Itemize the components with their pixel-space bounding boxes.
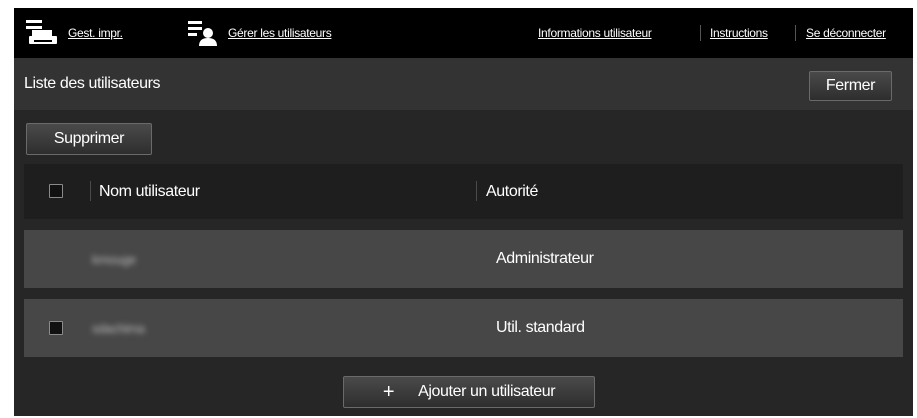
select-all-checkbox[interactable] (49, 184, 63, 198)
manage-users-link[interactable]: Gérer les utilisateurs (228, 8, 332, 58)
add-user-label: Ajouter un utilisateur (418, 383, 556, 400)
delete-button[interactable]: Supprimer (26, 123, 152, 155)
column-header-authority[interactable]: Autorité (486, 164, 538, 219)
column-divider (476, 181, 477, 201)
user-list-panel: Supprimer Nom utilisateur Autorité kmoug… (14, 110, 913, 416)
close-button[interactable]: Fermer (809, 71, 892, 101)
username-cell: sdachima (92, 320, 145, 336)
divider (700, 25, 701, 41)
page-title: Liste des utilisateurs (24, 75, 161, 92)
user-info-link[interactable]: Informations utilisateur (538, 8, 652, 58)
user-list-icon[interactable] (188, 18, 218, 48)
authority-cell: Util. standard (496, 319, 585, 336)
plus-icon: + (382, 381, 395, 403)
username-cell: kmouge (92, 251, 136, 267)
row-checkbox[interactable] (49, 321, 63, 335)
column-divider (90, 181, 91, 201)
divider (795, 25, 796, 41)
table-row[interactable]: kmouge Administrateur (24, 230, 903, 288)
add-user-button[interactable]: + Ajouter un utilisateur (343, 376, 595, 408)
title-bar: Liste des utilisateurs Fermer (14, 58, 913, 110)
table-row[interactable]: sdachima Util. standard (24, 299, 903, 357)
column-header-username[interactable]: Nom utilisateur (99, 164, 200, 219)
logout-link[interactable]: Se déconnecter (806, 8, 886, 58)
authority-cell: Administrateur (496, 250, 594, 267)
instructions-link[interactable]: Instructions (710, 8, 768, 58)
top-nav-bar: Gest. impr. Gérer les utilisateurs Infor… (14, 8, 913, 58)
table-header: Nom utilisateur Autorité (24, 164, 903, 219)
app-frame: Gest. impr. Gérer les utilisateurs Infor… (14, 8, 913, 416)
printer-list-icon[interactable] (26, 18, 60, 48)
printer-management-link[interactable]: Gest. impr. (68, 8, 123, 58)
